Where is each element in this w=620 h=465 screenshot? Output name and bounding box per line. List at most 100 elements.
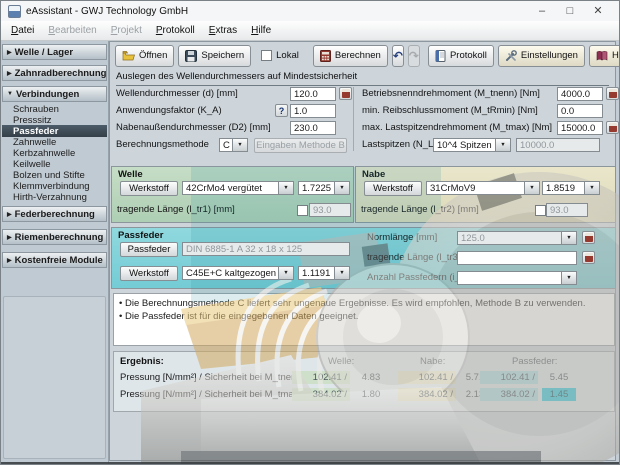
- pf-length-input[interactable]: [457, 251, 577, 265]
- result-passfeder-safety: 5.45: [542, 371, 576, 384]
- result-welle-pressure: 384.02 /: [292, 388, 350, 401]
- results-panel: Ergebnis: Welle: Nabe: Passfeder: Pressu…: [113, 351, 615, 412]
- page-title: Auslegen des Wellendurchmessers auf Mind…: [116, 71, 609, 86]
- shaft-diameter-label: Wellendurchmesser (d) [mm]: [116, 88, 238, 99]
- calc-icon[interactable]: [606, 121, 619, 134]
- calculate-button[interactable]: Berechnen: [313, 45, 388, 67]
- result-nabe-pressure: 384.02 /: [398, 388, 456, 401]
- protocol-button[interactable]: Protokoll: [428, 45, 494, 67]
- min-friction-torque-input[interactable]: 0.0: [557, 104, 603, 118]
- nominal-torque-input[interactable]: 4000.0: [557, 87, 603, 101]
- menu-bar: Datei Bearbeiten Projekt Protokoll Extra…: [1, 21, 619, 41]
- dropdown-arrow-icon: ▼: [562, 231, 577, 245]
- dropdown-arrow-icon: ▼: [585, 181, 600, 195]
- protocol-document-icon: [435, 50, 446, 62]
- welle-length-label: tragende Länge (l_tr1) [mm]: [117, 204, 235, 215]
- sidebar-group-federberechnung[interactable]: ▶Federberechnung: [2, 206, 107, 222]
- undo-button[interactable]: ↶: [392, 45, 404, 67]
- save-button[interactable]: Speichern: [178, 45, 251, 67]
- results-col-nabe: Nabe:: [420, 356, 445, 367]
- menu-protokoll[interactable]: Protokoll: [149, 23, 202, 38]
- sidebar-group-welle-lager[interactable]: ▶Welle / Lager: [2, 44, 107, 60]
- redo-button[interactable]: ↷: [408, 45, 420, 67]
- welle-werkstoff-button[interactable]: Werkstoff: [120, 181, 178, 196]
- sidebar-item-hirth-verzahnung[interactable]: Hirth-Verzahnung: [2, 191, 107, 203]
- welle-material-select[interactable]: 42CrMo4 vergütet▼: [182, 181, 294, 195]
- passfeder-material-select[interactable]: C45E+C kaltgezogen▼: [182, 266, 294, 280]
- window-title: eAssistant - GWJ Technology GmbH: [26, 6, 188, 17]
- chevron-right-icon: ▶: [7, 49, 12, 56]
- passfeder-material-number-select[interactable]: 1.1191▼: [298, 266, 350, 280]
- column-divider: [353, 87, 354, 151]
- nabe-material-number-select[interactable]: 1.8519▼: [542, 181, 600, 195]
- nabe-length-input: 93.0: [546, 203, 588, 217]
- nabe-length-checkbox[interactable]: [535, 205, 546, 216]
- sidebar-group-verbindungen[interactable]: ▼Verbindungen: [2, 86, 107, 102]
- norm-length-select[interactable]: 125.0▼: [457, 231, 577, 245]
- calculator-icon: [320, 50, 331, 62]
- message-box: Die Berechnungsmethode C liefert sehr un…: [113, 293, 615, 346]
- min-friction-torque-label: min. Reibschlussmoment (M_tRmin) [Nm]: [362, 105, 538, 116]
- calc-method-select[interactable]: C▼: [219, 138, 248, 152]
- nabe-werkstoff-button[interactable]: Werkstoff: [364, 181, 422, 196]
- load-peaks-count: 10000.0: [516, 138, 600, 152]
- result-row-label: Pressung [N/mm²] / Sicherheit bei M_tmax…: [120, 389, 301, 400]
- menu-extras[interactable]: Extras: [202, 23, 244, 38]
- sidebar-nav: ▶Welle / Lager ▶Zahnradberechnung ▼Verbi…: [1, 41, 109, 464]
- menu-projekt: Projekt: [104, 23, 149, 38]
- local-checkbox[interactable]: Lokal: [255, 46, 305, 66]
- method-b-button: Eingaben Methode B: [254, 138, 347, 153]
- sidebar-group-zahnradberechnung[interactable]: ▶Zahnradberechnung: [2, 65, 107, 81]
- max-peak-torque-label: max. Lastspitzendrehmoment (M_tmax) [Nm]: [362, 122, 552, 133]
- result-passfeder-safety-highlight: 1.45: [542, 388, 576, 401]
- sidebar-empty-panel: [3, 296, 106, 459]
- calc-icon[interactable]: [582, 251, 595, 264]
- settings-button[interactable]: Einstellungen: [498, 45, 585, 67]
- sidebar-group-kostenfreie-module[interactable]: ▶Kostenfreie Module: [2, 252, 107, 268]
- open-folder-icon: [122, 50, 135, 61]
- dropdown-arrow-icon: ▼: [335, 181, 350, 195]
- window-bottom-edge: [1, 462, 619, 464]
- dropdown-arrow-icon: ▼: [562, 271, 577, 285]
- nabe-panel: Nabe Werkstoff 31CrMoV9▼ 1.8519▼ tragend…: [355, 166, 616, 223]
- application-factor-input[interactable]: 1.0: [290, 104, 336, 118]
- maximize-button[interactable]: □: [556, 2, 584, 21]
- load-peaks-label: Lastspitzen (N_L): [362, 139, 436, 150]
- hub-outer-diameter-input[interactable]: 230.0: [290, 121, 336, 135]
- welle-length-input: 93.0: [309, 203, 351, 217]
- toolbar: Öffnen Speichern Lokal Berechnen ↶ ↷ Pro…: [115, 44, 611, 67]
- shaft-diameter-input[interactable]: 120.0: [290, 87, 336, 101]
- welle-material-number-select[interactable]: 1.7225▼: [298, 181, 350, 195]
- sidebar-group-riemenberechnung[interactable]: ▶Riemenberechnung: [2, 229, 107, 245]
- calc-icon[interactable]: [606, 87, 619, 100]
- chevron-right-icon: ▶: [7, 234, 12, 241]
- results-col-passfeder: Passfeder:: [512, 356, 557, 367]
- calc-method-label: Berechnungsmethode: [116, 139, 209, 150]
- result-passfeder-pressure: 102.41 /: [480, 371, 538, 384]
- nabe-material-select[interactable]: 31CrMoV9▼: [426, 181, 540, 195]
- load-peaks-select[interactable]: 10^4 Spitzen▼: [433, 138, 511, 152]
- close-button[interactable]: ✕: [584, 2, 612, 21]
- pf-count-select[interactable]: ▼: [457, 271, 577, 285]
- passfeder-werkstoff-button[interactable]: Werkstoff: [120, 266, 178, 281]
- max-peak-torque-input[interactable]: 15000.0: [557, 121, 603, 135]
- calc-icon[interactable]: [582, 231, 595, 244]
- welle-length-checkbox[interactable]: [297, 205, 308, 216]
- result-welle-safety: 4.83: [354, 371, 388, 384]
- passfeder-designation-field: DIN 6885-1 A 32 x 18 x 125: [182, 242, 350, 256]
- menu-hilfe[interactable]: Hilfe: [244, 23, 278, 38]
- chevron-right-icon: ▶: [7, 257, 12, 264]
- redo-icon: ↷: [409, 50, 419, 62]
- help-question-button[interactable]: ?: [275, 104, 288, 117]
- menu-bearbeiten: Bearbeiten: [41, 23, 103, 38]
- passfeder-key-button[interactable]: Passfeder: [120, 242, 178, 257]
- help-button[interactable]: Hilfe: [589, 45, 620, 67]
- calc-icon[interactable]: [339, 87, 352, 100]
- welle-panel: Welle Werkstoff 42CrMo4 vergütet▼ 1.7225…: [111, 166, 354, 223]
- open-button[interactable]: Öffnen: [115, 45, 174, 67]
- minimize-button[interactable]: –: [528, 2, 556, 21]
- menu-datei[interactable]: Datei: [4, 23, 41, 38]
- content-area: Öffnen Speichern Lokal Berechnen ↶ ↷ Pro…: [109, 41, 616, 461]
- help-book-icon: [596, 50, 608, 61]
- application-factor-label: Anwendungsfaktor (K_A): [116, 105, 222, 116]
